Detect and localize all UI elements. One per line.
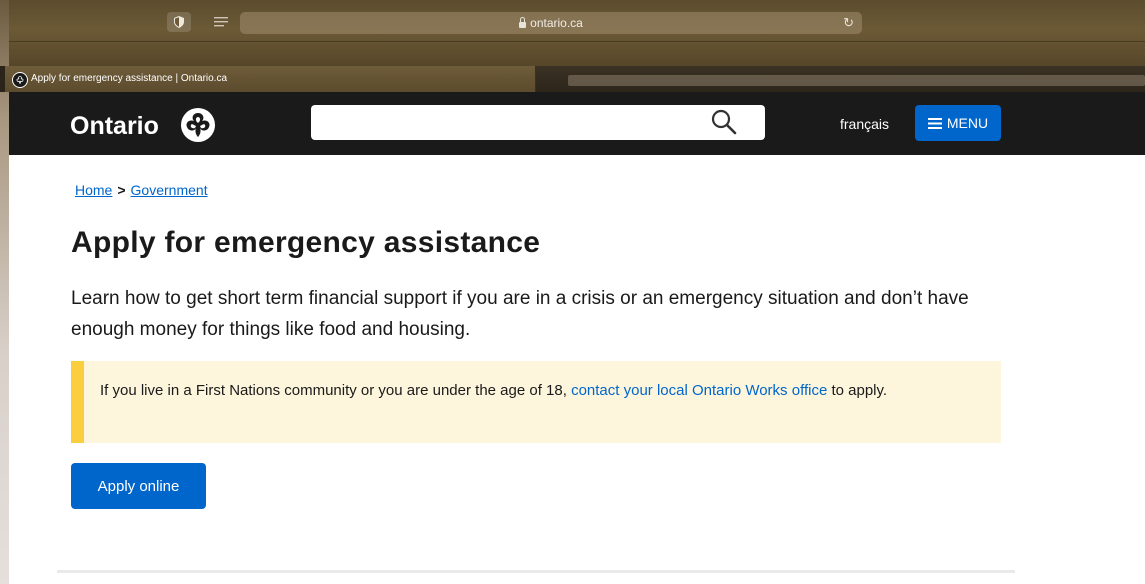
notice-callout: If you live in a First Nations community… bbox=[71, 361, 1001, 443]
section-divider bbox=[57, 570, 1015, 573]
reload-icon[interactable]: ↻ bbox=[843, 15, 854, 31]
search-input[interactable] bbox=[311, 105, 765, 140]
callout-text-after: to apply. bbox=[827, 382, 888, 399]
toolbar-divider bbox=[9, 41, 1145, 42]
tab-favicon-icon bbox=[12, 72, 28, 88]
callout-text-before: If you live in a First Nations community… bbox=[100, 382, 572, 399]
url-text: ontario.ca bbox=[530, 16, 583, 30]
search-icon[interactable] bbox=[710, 108, 738, 136]
menu-label: MENU bbox=[946, 115, 989, 131]
breadcrumb-separator: > bbox=[117, 182, 126, 198]
url-display: ontario.ca bbox=[240, 16, 862, 30]
apply-online-button[interactable]: Apply online bbox=[71, 463, 206, 509]
tab-title: Apply for emergency assistance | Ontario… bbox=[31, 73, 228, 84]
tab-inactive-title-placeholder bbox=[568, 75, 1145, 86]
breadcrumb: Home > Government bbox=[75, 182, 208, 198]
language-toggle-link[interactable]: français bbox=[840, 116, 889, 132]
shield-icon[interactable] bbox=[167, 12, 191, 32]
ontario-logo-text[interactable]: Ontario bbox=[70, 112, 159, 141]
page-title: Apply for emergency assistance bbox=[71, 226, 541, 259]
callout-accent-border bbox=[71, 361, 84, 443]
trillium-logo-icon[interactable] bbox=[180, 107, 216, 143]
reader-view-icon[interactable] bbox=[208, 12, 234, 32]
address-bar[interactable]: ontario.ca ↻ bbox=[240, 12, 862, 34]
hamburger-icon bbox=[927, 117, 942, 129]
lead-paragraph: Learn how to get short term financial su… bbox=[71, 288, 969, 340]
menu-button[interactable]: MENU bbox=[915, 105, 1001, 141]
ontario-works-office-link[interactable]: contact your local Ontario Works office bbox=[571, 382, 827, 399]
breadcrumb-government-link[interactable]: Government bbox=[131, 182, 208, 198]
breadcrumb-home-link[interactable]: Home bbox=[75, 182, 112, 198]
callout-text: If you live in a First Nations community… bbox=[100, 378, 980, 403]
lock-icon bbox=[519, 17, 527, 28]
